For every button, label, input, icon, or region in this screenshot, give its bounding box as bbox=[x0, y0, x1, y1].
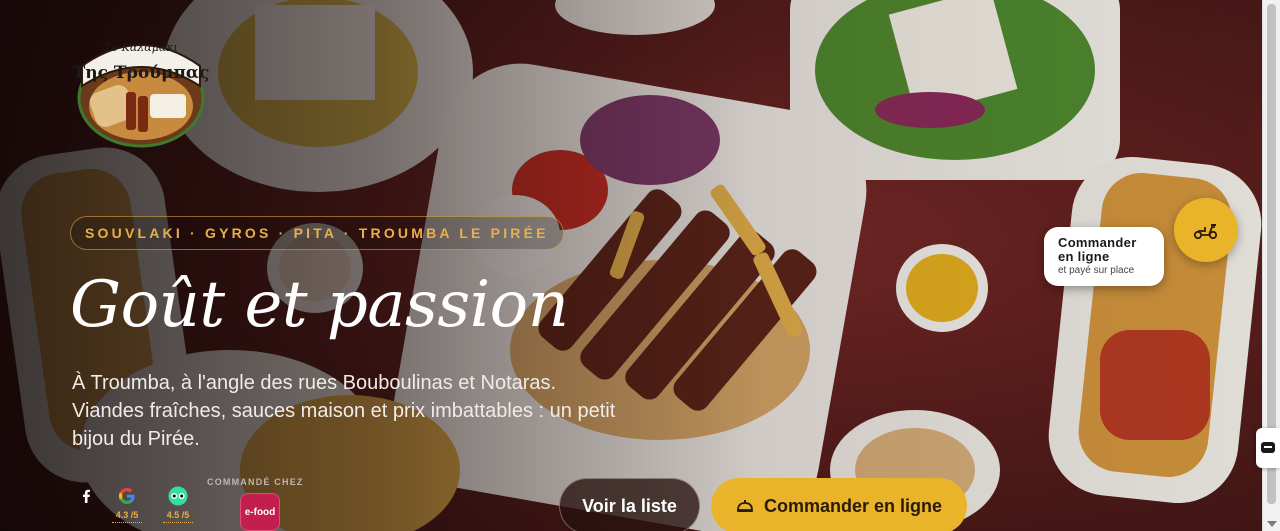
floating-badge-line1: Commander bbox=[1058, 235, 1137, 250]
rating-stars bbox=[163, 521, 193, 523]
logo-top-text: Το Καλαμάκι bbox=[104, 41, 178, 54]
accessibility-widget-tab[interactable] bbox=[1256, 428, 1280, 468]
google-rating-link[interactable]: 4.3 /5 bbox=[112, 485, 142, 523]
scroll-down-arrow-icon[interactable] bbox=[1267, 521, 1277, 527]
order-online-button[interactable]: Commander en ligne bbox=[711, 478, 967, 531]
view-list-button[interactable]: Voir la liste bbox=[559, 478, 700, 531]
tripadvisor-icon bbox=[167, 485, 189, 507]
floating-badge-subtext: et payé sur place bbox=[1058, 265, 1135, 276]
google-icon bbox=[116, 485, 138, 507]
google-rating: 4.3 /5 bbox=[115, 510, 139, 520]
logo-main-text: Της Τρούμπας bbox=[73, 63, 210, 83]
hero-description: À Troumba, à l'angle des rues Bouboulina… bbox=[72, 372, 616, 450]
ordered-at-label: COMMANDÉ CHEZ bbox=[207, 477, 304, 487]
scooter-icon bbox=[1193, 224, 1218, 240]
tripadvisor-rating-link[interactable]: 4.5 /5 bbox=[163, 485, 193, 523]
rating-stars bbox=[112, 521, 142, 523]
facebook-icon bbox=[75, 485, 97, 507]
tripadvisor-rating: 4.5 /5 bbox=[166, 510, 190, 520]
chat-icon bbox=[1261, 442, 1275, 453]
order-online-label: Commander en ligne bbox=[763, 495, 943, 516]
hero-tagline: SOUVLAKI · GYROS · PITA · TROUMBA LE PIR… bbox=[70, 216, 564, 250]
delivery-order-button[interactable] bbox=[1174, 198, 1238, 262]
hero-title: Goût et passion bbox=[70, 268, 569, 342]
food-cloche-icon bbox=[736, 500, 753, 512]
facebook-link[interactable] bbox=[75, 485, 97, 507]
hero-section: Το Καλαμάκι Της Τρούμπας SOUVLAKI · GYRO… bbox=[0, 0, 1262, 531]
floating-badge-line2: en ligne bbox=[1058, 249, 1110, 264]
efood-link[interactable]: e-food bbox=[240, 493, 280, 531]
restaurant-logo[interactable]: Το Καλαμάκι Της Τρούμπας bbox=[72, 28, 210, 148]
order-online-floating-badge[interactable]: Commander en ligne et payé sur place bbox=[1044, 227, 1164, 286]
